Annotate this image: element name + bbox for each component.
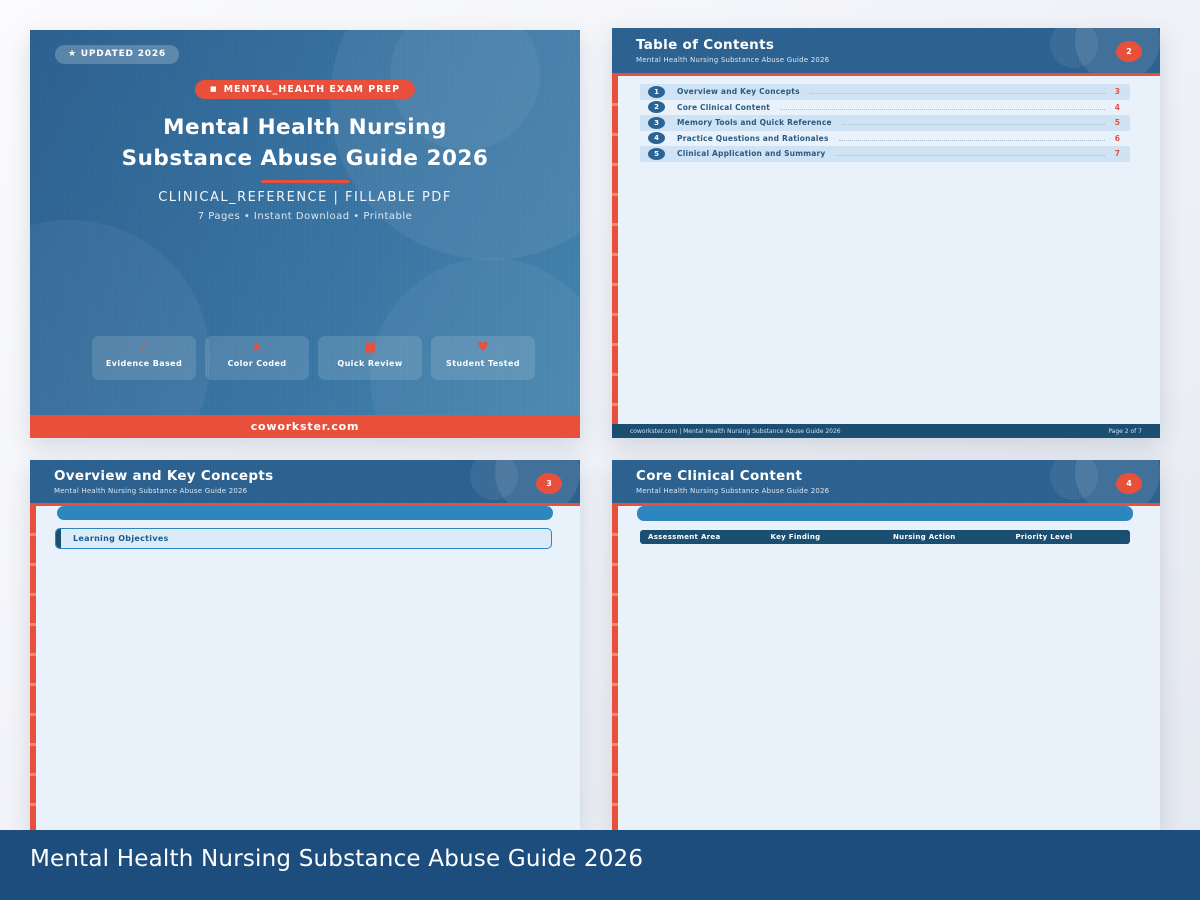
dotted-leader [841,124,1105,126]
heart-icon: ♥ [477,340,489,355]
entry-label: Clinical Application and Summary [677,149,826,159]
divider [261,180,349,183]
entry-number-badge: 5 [648,147,665,160]
page-number-badge: 3 [536,473,562,494]
cover-tagline: CLINICAL_REFERENCE | FILLABLE PDF [158,190,452,205]
feature-label: Evidence Based [105,359,183,368]
entry-page-number: 4 [1114,102,1120,112]
footer-left-text: coworkster.com | Mental Health Nursing S… [630,427,841,435]
column-header: Priority Level [1015,533,1073,541]
preview-cover-page[interactable]: ★ UPDATED 2026 ■ MENTAL_HEALTH EXAM PREP … [30,30,580,438]
toc-entry: 2 Core Clinical Content 4 [640,100,1130,116]
updated-badge: ★ UPDATED 2026 [55,45,179,64]
cover-title-line1: Mental Health Nursing [163,115,447,140]
toc-title: Table of Contents [636,37,775,53]
column-header: Nursing Action [893,533,956,541]
toc-entry: 3 Memory Tools and Quick Reference 5 [640,115,1130,131]
clinical-header: Core Clinical Content Mental Health Nurs… [612,460,1160,503]
clinical-body: Assessment Area Key Finding Nursing Acti… [612,506,1160,830]
cover-meta: 7 Pages • Instant Download • Printable [197,211,413,222]
entry-number-badge: 4 [648,132,665,145]
decorative-circle [30,220,210,438]
feature-label: Quick Review [337,359,403,368]
entry-number-badge: 3 [648,116,665,129]
toc-body: 1 Overview and Key Concepts 3 2 Core Cli… [612,76,1160,438]
overview-body: Learning Objectives [30,506,580,830]
overview-subtitle: Mental Health Nursing Substance Abuse Gu… [54,487,248,495]
column-header: Key Finding [770,533,821,541]
star-icon: ★ [251,340,263,355]
toc-header: Table of Contents Mental Health Nursing … [612,28,1160,73]
feature-student-tested: ♥ Student Tested [431,336,535,380]
footer-page-indicator: Page 2 of 7 [1108,427,1142,435]
page-number-badge: 4 [1116,473,1142,494]
accent-stripe [30,506,36,830]
learning-objectives-label: Learning Objectives [73,534,169,543]
page-footer: coworkster.com | Mental Health Nursing S… [612,424,1160,438]
entry-label: Overview and Key Concepts [677,87,800,97]
toc-entry: 4 Practice Questions and Rationales 6 [640,131,1130,147]
cover-title: Mental Health Nursing Substance Abuse Gu… [30,112,580,174]
feature-label: Student Tested [446,359,520,368]
overview-header: Overview and Key Concepts Mental Health … [30,460,580,503]
category-pill-label: MENTAL_HEALTH EXAM PREP [223,84,401,95]
accent-stripe [612,506,618,830]
page-number-badge: 2 [1116,41,1142,62]
entry-page-number: 6 [1114,133,1120,143]
check-icon: ✓ [138,340,150,355]
clinical-subtitle: Mental Health Nursing Substance Abuse Gu… [636,487,830,495]
cover-footer-url: coworkster.com [30,415,580,438]
dotted-leader [838,139,1105,141]
square-icon: ■ [363,340,377,355]
toc-entry: 1 Overview and Key Concepts 3 [640,84,1130,100]
category-pill: ■ MENTAL_HEALTH EXAM PREP [194,80,416,99]
dotted-leader [835,155,1105,157]
entry-page-number: 3 [1114,87,1120,97]
clinical-title: Core Clinical Content [636,468,803,484]
entry-page-number: 7 [1114,149,1120,159]
toc-subtitle: Mental Health Nursing Substance Abuse Gu… [636,56,830,64]
column-header: Assessment Area [648,533,721,541]
square-icon: ■ [209,85,218,93]
feature-quick-review: ■ Quick Review [318,336,422,380]
cover-title-line2: Substance Abuse Guide 2026 [121,146,489,171]
table-header-row: Assessment Area Key Finding Nursing Acti… [640,530,1130,544]
entry-page-number: 5 [1114,118,1120,128]
entry-label: Memory Tools and Quick Reference [677,118,832,128]
preview-toc-page[interactable]: Table of Contents Mental Health Nursing … [612,28,1160,438]
feature-color-coded: ★ Color Coded [205,336,309,380]
section-intro-bar [637,506,1133,521]
preview-clinical-page[interactable]: Core Clinical Content Mental Health Nurs… [612,460,1160,830]
toc-list: 1 Overview and Key Concepts 3 2 Core Cli… [640,76,1130,162]
section-intro-bar [57,506,553,520]
learning-objectives-box: Learning Objectives [55,528,552,549]
entry-number-badge: 1 [648,85,665,98]
dotted-leader [809,93,1105,95]
overview-title: Overview and Key Concepts [54,468,274,484]
feature-evidence-based: ✓ Evidence Based [92,336,196,380]
toc-entry: 5 Clinical Application and Summary 7 [640,146,1130,162]
accent-stripe [612,76,618,424]
entry-label: Core Clinical Content [677,102,771,112]
dotted-leader [780,108,1105,110]
feature-label: Color Coded [227,359,287,368]
product-title-caption: Mental Health Nursing Substance Abuse Gu… [30,846,644,872]
entry-number-badge: 2 [648,101,665,114]
feature-list: ✓ Evidence Based ★ Color Coded ■ Quick R… [92,336,535,380]
caption-bar: Mental Health Nursing Substance Abuse Gu… [0,830,1200,900]
preview-overview-page[interactable]: Overview and Key Concepts Mental Health … [30,460,580,830]
entry-label: Practice Questions and Rationales [677,133,829,143]
